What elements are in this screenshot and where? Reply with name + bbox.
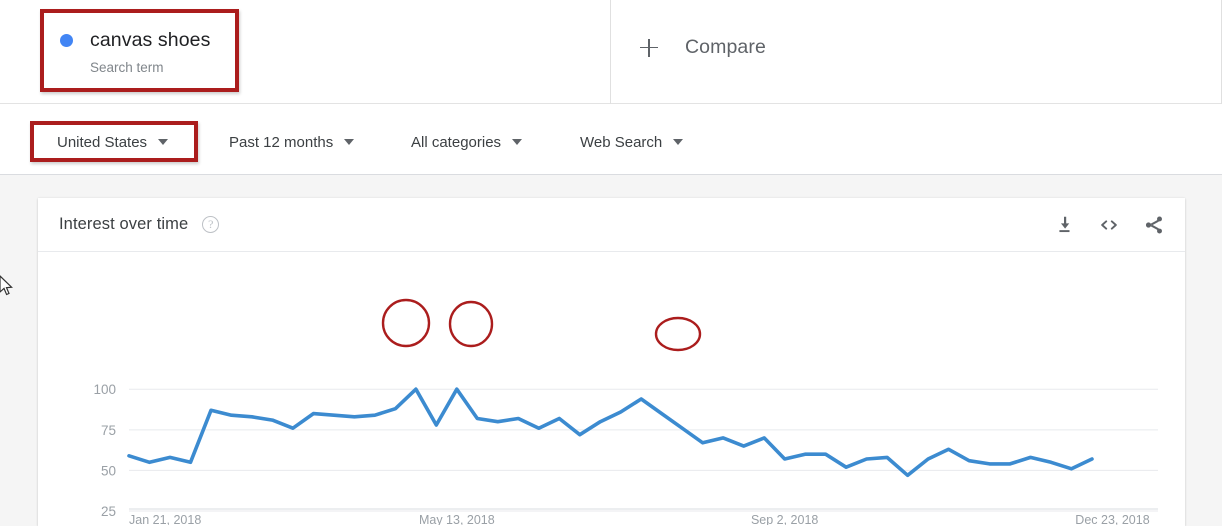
filter-time-range-label: Past 12 months [229,133,334,151]
mouse-cursor [0,275,13,296]
compare-label: Compare [685,36,766,58]
chart-y-axis-labels: 25 50 75 100 [93,382,116,519]
filter-category[interactable]: All categories [411,129,523,155]
chevron-down-icon [673,139,684,145]
compare-cell: Compare [611,0,1222,104]
embed-code-icon[interactable] [1098,214,1120,236]
svg-text:75: 75 [101,423,116,438]
chart-gridlines [129,388,1158,512]
download-icon[interactable] [1053,214,1075,236]
search-term-card[interactable]: canvas shoes Search term [42,11,237,90]
svg-text:Sep 2, 2018: Sep 2, 2018 [751,513,818,525]
svg-text:Jan 21, 2018: Jan 21, 2018 [129,513,201,525]
chevron-down-icon [512,139,523,145]
filter-search-type[interactable]: Web Search [580,129,684,155]
filter-time-range[interactable]: Past 12 months [229,129,355,155]
add-compare-button[interactable]: Compare [640,36,766,59]
google-trends-page: canvas shoes Search term Compare United … [0,0,1222,526]
chart-x-axis-labels: Jan 21, 2018 May 13, 2018 Sep 2, 2018 Dec 2… [129,513,1150,525]
search-term-subtitle: Search term [90,60,164,75]
filter-region[interactable]: United States [57,129,169,155]
interest-over-time-chart[interactable]: 25 50 75 100 Jan 21, 2018 May 13, 2018 Sep 2,… [38,252,1185,525]
svg-text:50: 50 [101,463,116,478]
chevron-down-icon [158,139,169,145]
filter-category-label: All categories [411,133,502,151]
card-title: Interest over time [59,215,189,233]
card-header: Interest over time ? [38,198,1185,252]
search-term-bar: canvas shoes Search term Compare [0,0,1222,104]
plus-icon [640,38,658,57]
svg-text:Dec 23, 2018: Dec 23, 2018 [1075,513,1149,525]
interest-over-time-card: Interest over time ? 25 50 75 100 Jan 21… [38,198,1185,526]
filter-region-label: United States [57,133,148,151]
share-icon[interactable] [1143,214,1165,236]
help-icon[interactable]: ? [202,216,220,233]
svg-text:May 13, 2018: May 13, 2018 [419,513,495,525]
search-term-title: canvas shoes [90,29,211,51]
annotation-circles [381,298,702,352]
filter-search-type-label: Web Search [580,133,663,151]
trends-line-chart: 25 50 75 100 Jan 21, 2018 May 13, 2018 Sep 2,… [93,298,1158,525]
svg-text:100: 100 [93,382,116,397]
svg-text:25: 25 [101,504,116,519]
search-term-cell: canvas shoes Search term [0,0,611,104]
series-line-canvas-shoes [127,387,1094,478]
chevron-down-icon [344,139,355,145]
series-color-dot [60,34,73,47]
